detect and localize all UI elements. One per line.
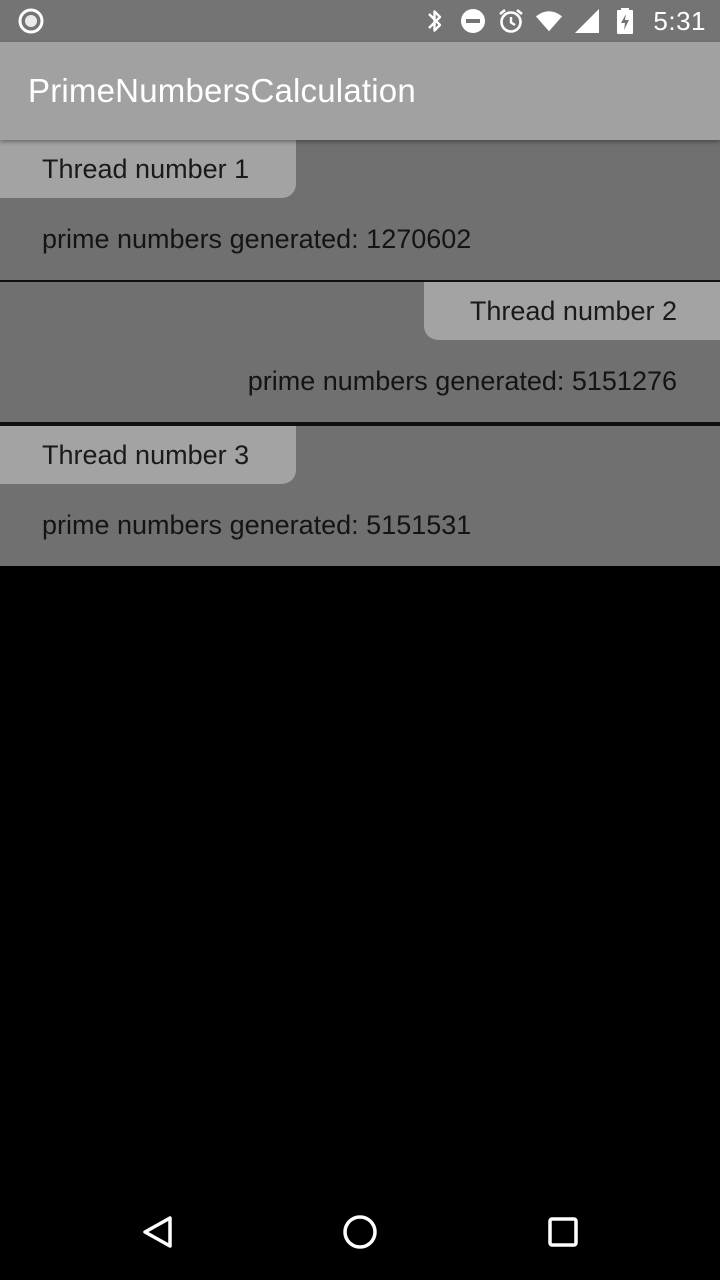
status-icons: 5:31 bbox=[421, 0, 706, 42]
back-button[interactable] bbox=[130, 1204, 186, 1260]
home-button[interactable] bbox=[332, 1204, 388, 1260]
battery-charging-icon bbox=[611, 7, 639, 35]
thread-list: Thread number 1 prime numbers generated:… bbox=[0, 140, 720, 566]
thread-result: prime numbers generated: 5151531 bbox=[42, 510, 472, 540]
thread-result: prime numbers generated: 1270602 bbox=[42, 224, 472, 254]
recents-button[interactable] bbox=[535, 1204, 591, 1260]
screen: 5:31 PrimeNumbersCalculation Thread numb… bbox=[0, 0, 720, 1280]
status-time: 5:31 bbox=[653, 5, 706, 36]
record-icon bbox=[18, 8, 44, 34]
signal-icon bbox=[573, 7, 601, 35]
thread-label: Thread number 1 bbox=[0, 140, 296, 198]
thread-result: prime numbers generated: 5151276 bbox=[247, 366, 677, 396]
do-not-disturb-icon bbox=[459, 7, 487, 35]
home-icon bbox=[343, 1215, 377, 1249]
navigation-bar bbox=[0, 1184, 720, 1280]
wifi-icon bbox=[535, 7, 563, 35]
app-title: PrimeNumbersCalculation bbox=[28, 72, 416, 109]
thread-label: Thread number 2 bbox=[424, 282, 720, 340]
thread-card-2: Thread number 2 prime numbers generated:… bbox=[0, 280, 720, 424]
thread-label: Thread number 3 bbox=[0, 426, 296, 484]
status-bar: 5:31 bbox=[0, 0, 720, 42]
app-bar: PrimeNumbersCalculation bbox=[0, 42, 720, 140]
thread-card-3: Thread number 3 prime numbers generated:… bbox=[0, 424, 720, 566]
recents-icon bbox=[548, 1217, 578, 1247]
thread-card-1: Thread number 1 prime numbers generated:… bbox=[0, 140, 720, 280]
back-icon bbox=[143, 1216, 172, 1248]
bluetooth-icon bbox=[421, 7, 449, 35]
alarm-icon bbox=[497, 7, 525, 35]
